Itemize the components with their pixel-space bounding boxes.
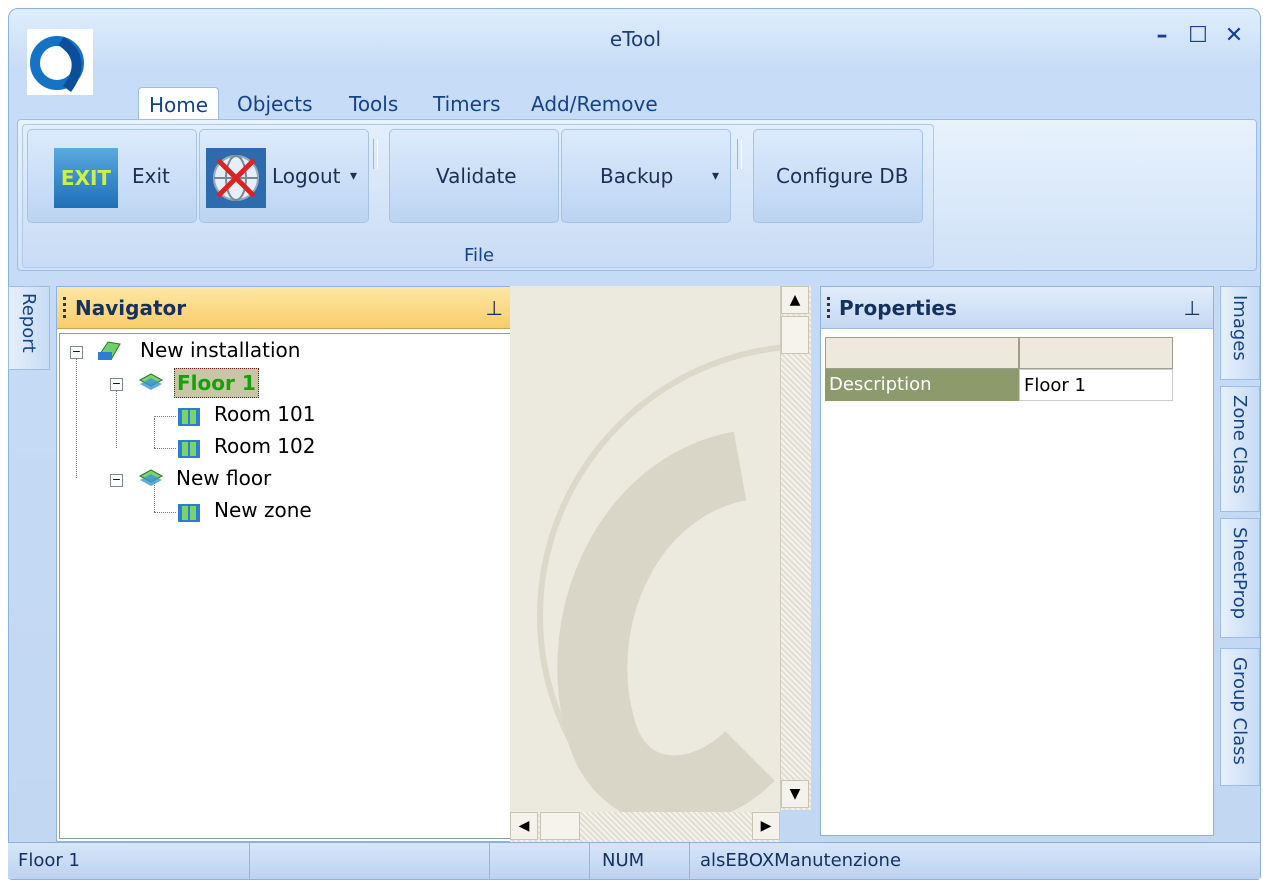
- grip-icon[interactable]: [827, 297, 830, 319]
- validate-button[interactable]: Validate: [389, 129, 559, 223]
- tree-line: [154, 512, 176, 513]
- zone-icon: [176, 500, 202, 524]
- side-tab-sheetprop[interactable]: SheetProp: [1220, 518, 1260, 638]
- status-cell-empty: [490, 843, 590, 879]
- collapse-icon[interactable]: −: [110, 474, 123, 487]
- ribbon-group-file: EXIT Exit Logout ▾ Validate Backup ▾ Con…: [22, 124, 934, 268]
- vertical-scrollbar[interactable]: ▲ ▼: [780, 286, 811, 810]
- grid-header-cell: [1019, 337, 1173, 369]
- tab-tools[interactable]: Tools: [339, 87, 408, 121]
- grip-icon[interactable]: [63, 297, 66, 319]
- property-grid: Description Floor 1: [823, 335, 1211, 833]
- installation-icon: [96, 338, 122, 362]
- tab-objects[interactable]: Objects: [227, 87, 323, 121]
- scroll-thumb[interactable]: [781, 316, 809, 354]
- status-bar: Floor 1 NUM alsEBOXManutenzione: [8, 842, 1260, 879]
- status-user: alsEBOXManutenzione: [700, 850, 902, 871]
- ribbon-separator: [373, 139, 378, 169]
- floor-icon: [138, 466, 164, 490]
- navigator-title: Navigator: [75, 296, 187, 320]
- window-title: eTool: [609, 27, 662, 51]
- backup-button[interactable]: Backup ▾: [561, 129, 731, 223]
- tab-timers[interactable]: Timers: [423, 87, 511, 121]
- property-key-description: Description: [825, 369, 1019, 401]
- scroll-down-button[interactable]: ▼: [781, 780, 809, 808]
- side-tab-zone-class[interactable]: Zone Class: [1220, 386, 1260, 512]
- ribbon: EXIT Exit Logout ▾ Validate Backup ▾ Con…: [17, 119, 1257, 271]
- maximize-button[interactable]: ☐: [1185, 23, 1211, 48]
- tree-node-new-zone[interactable]: New zone: [214, 496, 312, 524]
- floor-icon: [138, 370, 164, 394]
- scroll-left-button[interactable]: ◀: [510, 812, 538, 840]
- watermark-logo-icon: [537, 344, 780, 844]
- tree-node-installation[interactable]: New installation: [140, 336, 300, 364]
- properties-title: Properties: [839, 296, 957, 320]
- status-cell-empty: [250, 843, 490, 879]
- collapse-icon[interactable]: −: [110, 378, 123, 391]
- side-tab-report[interactable]: Report: [8, 286, 50, 370]
- logout-dropdown-arrow-icon[interactable]: ▾: [350, 168, 357, 184]
- configure-db-button[interactable]: Configure DB: [753, 129, 923, 223]
- room-icon: [176, 436, 202, 460]
- scroll-thumb[interactable]: [540, 812, 580, 840]
- tree-line: [116, 382, 117, 448]
- side-tab-images[interactable]: Images: [1220, 286, 1260, 380]
- property-value-description[interactable]: Floor 1: [1019, 369, 1173, 401]
- status-num-lock: NUM: [590, 843, 690, 879]
- backup-label: Backup: [600, 164, 674, 188]
- grid-header-cell: [825, 337, 1019, 369]
- scroll-up-button[interactable]: ▲: [781, 286, 809, 314]
- backup-dropdown-arrow-icon[interactable]: ▾: [712, 168, 719, 184]
- scroll-right-button[interactable]: ▶: [752, 812, 780, 840]
- exit-icon: EXIT: [54, 148, 118, 208]
- pin-icon[interactable]: ⊥: [1184, 287, 1201, 329]
- exit-button[interactable]: EXIT Exit: [27, 129, 197, 223]
- navigator-panel: Navigator ⊥ − New installation − Floor 1…: [56, 286, 516, 842]
- properties-panel: Properties ⊥ Description Floor 1: [820, 286, 1214, 836]
- tree-node-room-102[interactable]: Room 102: [214, 432, 315, 460]
- tree-node-floor-1[interactable]: Floor 1: [174, 368, 259, 398]
- workspace-area: [510, 286, 780, 844]
- properties-header[interactable]: Properties ⊥: [821, 287, 1213, 329]
- close-button[interactable]: ✕: [1221, 23, 1247, 48]
- side-tab-group-class[interactable]: Group Class: [1220, 648, 1260, 786]
- ribbon-separator: [737, 139, 742, 169]
- tree-node-new-floor[interactable]: New floor: [176, 464, 271, 492]
- logout-icon: [206, 148, 266, 208]
- collapse-icon[interactable]: −: [70, 346, 83, 359]
- logout-button[interactable]: Logout ▾: [199, 129, 369, 223]
- room-icon: [176, 404, 202, 428]
- navigator-tree: − New installation − Floor 1 Room 101 Ro…: [59, 333, 513, 839]
- tree-line: [154, 418, 155, 448]
- configure-db-label: Configure DB: [776, 164, 909, 188]
- tree-line: [154, 448, 176, 449]
- pin-icon[interactable]: ⊥: [486, 287, 503, 329]
- navigator-header[interactable]: Navigator ⊥: [57, 287, 515, 329]
- horizontal-scrollbar[interactable]: ◀ ▶: [510, 812, 780, 842]
- tree-line: [76, 352, 77, 478]
- validate-label: Validate: [436, 164, 517, 188]
- tab-home[interactable]: Home: [138, 87, 220, 122]
- tree-line: [154, 416, 176, 417]
- tab-add-remove[interactable]: Add/Remove: [521, 87, 668, 121]
- ribbon-group-label: File: [463, 245, 495, 266]
- minimize-button[interactable]: –: [1149, 23, 1175, 48]
- tree-node-room-101[interactable]: Room 101: [214, 400, 315, 428]
- exit-label: Exit: [132, 164, 170, 188]
- status-selected-item: Floor 1: [8, 843, 250, 879]
- logout-label: Logout: [272, 164, 341, 188]
